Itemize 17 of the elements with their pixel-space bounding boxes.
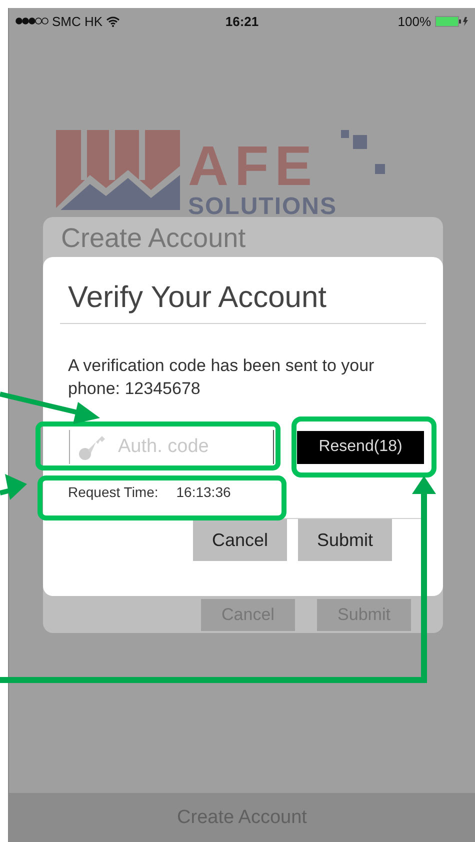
request-time-label: Request Time: [68,484,158,500]
signal-icon [15,17,49,25]
background-form-title: Create Account [61,222,246,254]
battery-icon [435,16,469,26]
logo-tagline: SOLUTIONS [188,194,338,220]
dialog-message: A verification code has been sent to your phone: 12345678 [67,355,376,400]
logo-icon [56,130,180,210]
pixel-squares-icon [341,130,388,174]
status-time: 16:21 [225,14,259,28]
carrier-name: SMC HK [52,14,103,28]
dialog-title: Verify Your Account [67,280,328,316]
battery-percent: 100% [398,14,431,28]
request-time-value: 16:13:36 [176,484,231,500]
wifi-icon [106,16,120,26]
dialog-button[interactable]: Cancel [193,519,287,561]
resend-button[interactable]: Resend(18) [297,430,424,464]
dialog-button[interactable]: Submit [298,519,392,561]
